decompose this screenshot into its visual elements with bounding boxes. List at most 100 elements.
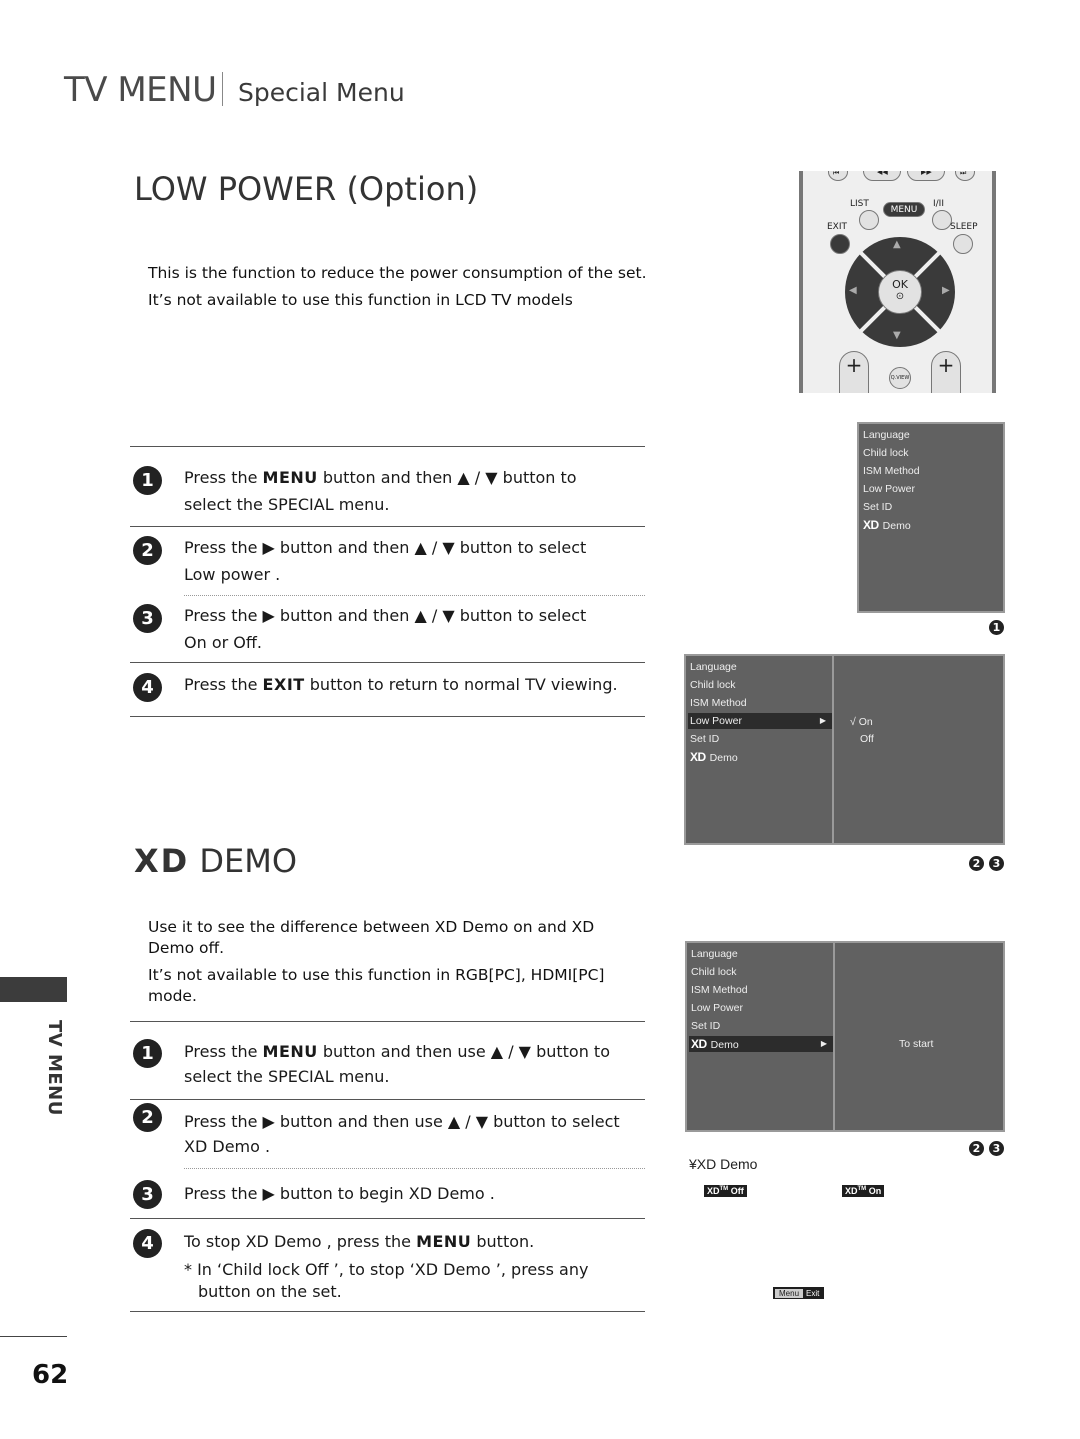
step-number: 3 (133, 604, 162, 633)
step-text: Low power . (184, 565, 281, 584)
header-divider (222, 72, 223, 106)
step-badge: 1 (989, 620, 1004, 635)
menu-item-set-id: Set ID (690, 733, 720, 745)
menu-item-xd-demo: XD Demo (863, 517, 911, 533)
xd-off-label: XDTM Off (704, 1185, 747, 1197)
xd-logo-icon: XD (690, 750, 706, 764)
step-text: To stop XD Demo , press the (184, 1232, 417, 1251)
skip-forward-button: ⏭ (955, 171, 975, 181)
page-number: 62 (32, 1360, 69, 1390)
step-text: Press the ▶ button and then ▲ / ▼ button… (184, 538, 587, 557)
rewind-icon: ◀◀ (877, 171, 888, 176)
menu-item-xd-demo-selected: XD Demo ▶ (689, 1036, 833, 1052)
fast-forward-button: ▶▶ (907, 171, 945, 181)
i-ii-label: I/II (933, 199, 944, 209)
menu-item-set-id: Set ID (863, 501, 893, 513)
step-number: 2 (133, 536, 162, 565)
plus-icon: + (845, 353, 863, 377)
sidebar-tab-marker (0, 977, 67, 1002)
pane-divider (833, 943, 835, 1130)
pane-divider (832, 656, 834, 843)
menu-item-language: Language (690, 661, 737, 673)
step-text: Press the ▶ button to begin XD Demo . (184, 1184, 495, 1203)
button-name: EXIT (262, 675, 305, 694)
exit-label: EXIT (827, 222, 848, 232)
menu-item-label: Demo (882, 520, 911, 532)
step-badge: 3 (989, 856, 1004, 871)
menu-exit-bar: Menu Exit (773, 1287, 825, 1299)
menu-item-label: Low Power (690, 715, 742, 727)
sidebar-label: TV MENU (44, 1020, 65, 1116)
ok-label: OK (892, 278, 908, 291)
left-arrow-icon: ◀ (849, 285, 857, 296)
down-arrow-icon: ▼ (893, 330, 901, 341)
list-button (859, 210, 879, 230)
button-name: MENU (262, 468, 318, 487)
menu-item-child-lock: Child lock (863, 447, 909, 459)
check-icon: √ (850, 716, 856, 728)
menu-item-language: Language (691, 948, 738, 960)
step-text: button to return to normal TV viewing. (304, 675, 618, 694)
skip-forward-icon: ⏭ (960, 171, 967, 177)
note: * In ‘Child lock Off ’, to stop ‘XD Demo… (130, 1259, 645, 1311)
step-text: Press the ▶ button and then ▲ / ▼ button… (184, 606, 587, 625)
menu-item-xd-demo: XD Demo (690, 749, 738, 765)
sleep-button (953, 234, 973, 254)
title-text: DEMO (189, 842, 298, 880)
step-text: Press the (184, 675, 263, 694)
menu-item-ism-method: ISM Method (863, 465, 920, 477)
menu-screen-2: Language Child lock ISM Method Low Power… (684, 654, 1005, 845)
ok-dot-icon: ⊙ (895, 291, 905, 302)
menu-item-language: Language (863, 429, 910, 441)
right-arrow-icon: ▶ (942, 285, 950, 296)
menu-key-label: Menu (775, 1288, 804, 1298)
qview-button: Q.VIEW (889, 367, 911, 389)
low-power-intro: This is the function to reduce the power… (148, 260, 648, 314)
fast-forward-icon: ▶▶ (921, 171, 932, 176)
footer-rule (0, 1336, 67, 1337)
xd-text: XD (845, 1186, 858, 1196)
menu-item-ism-method: ISM Method (691, 984, 748, 996)
pr-up-button: + (931, 351, 961, 393)
xd-on-label: XDTM On (842, 1185, 885, 1197)
sleep-label: SLEEP (950, 222, 978, 232)
step-text: button. (471, 1232, 535, 1251)
menu-item-child-lock: Child lock (690, 679, 736, 691)
to-start-text: To start (899, 1038, 934, 1050)
step-text: Press the (184, 1042, 263, 1061)
xd-demo-caption: ¥XD Demo (689, 1156, 758, 1172)
step-text: button and then use ▲ / ▼ button to (317, 1042, 610, 1061)
menu-item-child-lock: Child lock (691, 966, 737, 978)
menu-item-label: Demo (710, 1039, 739, 1051)
xd-demo-title: XD DEMO (134, 842, 297, 880)
vol-up-button: + (839, 351, 869, 393)
step-text: Press the (184, 468, 263, 487)
step-number: 1 (133, 466, 162, 495)
xd-logo-icon: XD (691, 1037, 707, 1051)
ok-button: OK ⊙ (878, 270, 922, 314)
menu-item-set-id: Set ID (691, 1020, 721, 1032)
rewind-button: ◀◀ (863, 171, 901, 181)
xd-logo-text: XD (134, 842, 190, 880)
up-arrow-icon: ▲ (893, 239, 901, 250)
step-text: XD Demo . (184, 1137, 271, 1156)
option-off: Off (860, 733, 874, 745)
skip-back-icon: ⏮ (833, 171, 840, 177)
step-4: 4 Press the EXIT button to return to nor… (130, 663, 645, 716)
section-title: TV MENU (64, 70, 217, 110)
step-4: 4 To stop XD Demo , press the MENU butto… (130, 1219, 645, 1259)
step-number: 2 (133, 1103, 162, 1132)
step-2: 2 Press the ▶ button and then ▲ / ▼ butt… (130, 527, 645, 595)
xd-text: XD (707, 1186, 720, 1196)
list-label: LIST (850, 199, 869, 209)
step-number: 4 (133, 1229, 162, 1258)
exit-key-label: Exit (806, 1288, 820, 1298)
divider (130, 716, 645, 717)
menu-button: MENU (883, 202, 925, 217)
divider (130, 1311, 645, 1312)
menu-item-label: Demo (709, 752, 738, 764)
option-on: √ On (850, 714, 873, 730)
i-ii-button (932, 210, 952, 230)
subsection-title: Special Menu (238, 78, 405, 107)
button-name: MENU (262, 1042, 318, 1061)
